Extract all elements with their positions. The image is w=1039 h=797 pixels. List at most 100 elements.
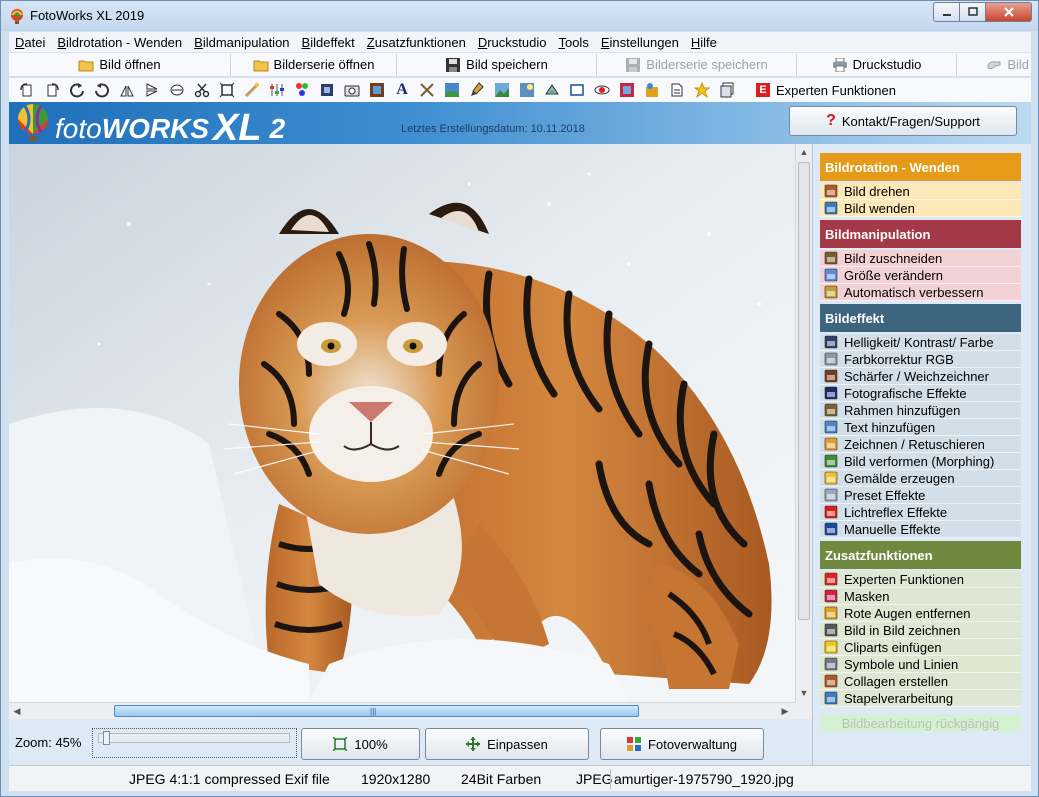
- vertical-scroll-thumb[interactable]: [798, 162, 810, 620]
- panel-item-icon: [824, 522, 838, 536]
- panel-item-zeichnen-retuschieren[interactable]: Zeichnen / Retuschieren: [820, 436, 1021, 453]
- menu-tools[interactable]: Tools: [552, 35, 594, 50]
- menu-hilfe[interactable]: Hilfe: [685, 35, 723, 50]
- scroll-left-arrow-icon[interactable]: ◀: [9, 703, 25, 719]
- auto-enhance-icon[interactable]: [242, 80, 262, 100]
- zoom-thumb[interactable]: [103, 731, 110, 745]
- fit-button[interactable]: Einpassen: [425, 728, 589, 760]
- scissors-icon[interactable]: [192, 80, 212, 100]
- hand-icon: [987, 60, 1001, 69]
- minimize-button[interactable]: [933, 2, 960, 22]
- light-reflex-icon[interactable]: [517, 80, 537, 100]
- star-collage-icon[interactable]: [692, 80, 712, 100]
- group-header-bildeffekt[interactable]: Bildeffekt: [820, 304, 1021, 332]
- bild-toolbar-button[interactable]: Bild: [957, 54, 1031, 76]
- panel-item-icon: [824, 640, 838, 654]
- status-format: JPEG 4:1:1 compressed Exif file: [129, 771, 330, 787]
- close-button[interactable]: [986, 2, 1032, 22]
- zoom-slider[interactable]: [92, 728, 297, 758]
- group-header-zusatzfunktionen[interactable]: Zusatzfunktionen: [820, 541, 1021, 569]
- save-series-button[interactable]: Bilderserie speichern: [597, 53, 797, 76]
- mask-icon[interactable]: [567, 80, 587, 100]
- panel-item-gr-e-ver-ndern[interactable]: Größe verändern: [820, 267, 1021, 284]
- panel-item-preset-effekte[interactable]: Preset Effekte: [820, 487, 1021, 504]
- menu-label: atei: [24, 34, 46, 50]
- open-series-button[interactable]: Bilderserie öffnen: [231, 53, 397, 76]
- panel-item-lichtreflex-effekte[interactable]: Lichtreflex Effekte: [820, 504, 1021, 521]
- symbols-lines-icon[interactable]: [667, 80, 687, 100]
- open-image-button[interactable]: Bild öffnen: [9, 53, 231, 76]
- panel-item-cliparts-einf-gen[interactable]: Cliparts einfügen: [820, 639, 1021, 656]
- batch-processing-icon[interactable]: [717, 80, 737, 100]
- panel-item-gem-lde-erzeugen[interactable]: Gemälde erzeugen: [820, 470, 1021, 487]
- panel-item-helligkeit-kontrast-farbe[interactable]: Helligkeit/ Kontrast/ Farbe: [820, 334, 1021, 351]
- rotate-ccw-icon[interactable]: [67, 80, 87, 100]
- morphing-icon[interactable]: [442, 80, 462, 100]
- support-button[interactable]: ? Kontakt/Fragen/Support: [789, 106, 1017, 136]
- brightness-sliders-icon[interactable]: [267, 80, 287, 100]
- horizontal-scroll-thumb[interactable]: |||: [114, 705, 639, 717]
- photo-manager-button[interactable]: Fotoverwaltung: [600, 728, 764, 760]
- picture-in-picture-icon[interactable]: [617, 80, 637, 100]
- rgb-color-icon[interactable]: [292, 80, 312, 100]
- preset-effects-icon[interactable]: [492, 80, 512, 100]
- red-eye-icon[interactable]: [592, 80, 612, 100]
- menu-druckstudio[interactable]: Druckstudio: [472, 35, 553, 50]
- rotate-right-page-icon[interactable]: [42, 80, 62, 100]
- panel-item-farbkorrektur-rgb[interactable]: Farbkorrektur RGB: [820, 351, 1021, 368]
- menu-einstellungen[interactable]: Einstellungen: [595, 35, 685, 50]
- panel-item-symbole-und-linien[interactable]: Symbole und Linien: [820, 656, 1021, 673]
- panel-item-masken[interactable]: Masken: [820, 588, 1021, 605]
- panel-item-rahmen-hinzuf-gen[interactable]: Rahmen hinzufügen: [820, 402, 1021, 419]
- sharpen-icon[interactable]: [317, 80, 337, 100]
- resize-icon[interactable]: [217, 80, 237, 100]
- rotate-cw-icon[interactable]: [92, 80, 112, 100]
- panel-item-automatisch-verbessern[interactable]: Automatisch verbessern: [820, 284, 1021, 301]
- scroll-right-arrow-icon[interactable]: ▶: [777, 703, 793, 719]
- zoom-100-button[interactable]: 100%: [301, 728, 420, 760]
- undo-edit-button[interactable]: Bildbearbeitung rückgängig: [820, 715, 1021, 731]
- panel-item-bild-wenden[interactable]: Bild wenden: [820, 200, 1021, 217]
- flip-horizontal-icon[interactable]: [117, 80, 137, 100]
- menu-datei[interactable]: Datei: [9, 35, 51, 50]
- panel-item-bild-in-bild-zeichnen[interactable]: Bild in Bild zeichnen: [820, 622, 1021, 639]
- scroll-down-arrow-icon[interactable]: ▼: [796, 685, 812, 701]
- panel-item-sch-rfer-weichzeichner[interactable]: Schärfer / Weichzeichner: [820, 368, 1021, 385]
- vertical-scrollbar[interactable]: ▲ ▼: [795, 144, 812, 702]
- print-studio-button[interactable]: Druckstudio: [797, 53, 957, 76]
- group-header-bildrotation-wenden[interactable]: Bildrotation - Wenden: [820, 153, 1021, 181]
- panel-item-fotografische-effekte[interactable]: Fotografische Effekte: [820, 385, 1021, 402]
- panel-item-experten-funktionen[interactable]: Experten Funktionen: [820, 571, 1021, 588]
- panel-item-manuelle-effekte[interactable]: Manuelle Effekte: [820, 521, 1021, 538]
- panel-item-bild-zuschneiden[interactable]: Bild zuschneiden: [820, 250, 1021, 267]
- menu-zusatzfunktionen[interactable]: Zusatzfunktionen: [361, 35, 472, 50]
- manual-effects-icon[interactable]: [542, 80, 562, 100]
- mirror-icon[interactable]: [167, 80, 187, 100]
- save-image-button[interactable]: Bild speichern: [397, 53, 597, 76]
- menu-bildeffekt[interactable]: Bildeffekt: [296, 35, 361, 50]
- panel-item-bild-verformen-morphing[interactable]: Bild verformen (Morphing): [820, 453, 1021, 470]
- panel-item-stapelverarbeitung[interactable]: Stapelverarbeitung: [820, 690, 1021, 707]
- scroll-up-arrow-icon[interactable]: ▲: [796, 144, 812, 160]
- panel-item-text-hinzuf-gen[interactable]: Text hinzufügen: [820, 419, 1021, 436]
- menu-bildrotation-wenden[interactable]: Bildrotation - Wenden: [51, 35, 188, 50]
- group-header-bildmanipulation[interactable]: Bildmanipulation: [820, 220, 1021, 248]
- panel-item-rote-augen-entfernen[interactable]: Rote Augen entfernen: [820, 605, 1021, 622]
- text-icon[interactable]: A: [392, 80, 412, 100]
- flip-vertical-icon[interactable]: [142, 80, 162, 100]
- menu-bildmanipulation[interactable]: Bildmanipulation: [188, 35, 295, 50]
- cliparts-icon[interactable]: [642, 80, 662, 100]
- draw-retouch-icon[interactable]: [417, 80, 437, 100]
- paint-brush-icon[interactable]: [467, 80, 487, 100]
- image-canvas[interactable]: [9, 144, 795, 702]
- expert-functions-button[interactable]: E Experten Funktionen: [756, 83, 896, 98]
- frame-icon[interactable]: [367, 80, 387, 100]
- menu-mnemonic: D: [15, 34, 25, 50]
- camera-icon[interactable]: [342, 80, 362, 100]
- menu-mnemonic: H: [690, 34, 701, 50]
- panel-item-bild-drehen[interactable]: Bild drehen: [820, 183, 1021, 200]
- maximize-button[interactable]: [960, 2, 986, 22]
- panel-item-collagen-erstellen[interactable]: Collagen erstellen: [820, 673, 1021, 690]
- rotate-left-page-icon[interactable]: [17, 80, 37, 100]
- horizontal-scrollbar[interactable]: ◀ ||| ▶: [9, 702, 795, 719]
